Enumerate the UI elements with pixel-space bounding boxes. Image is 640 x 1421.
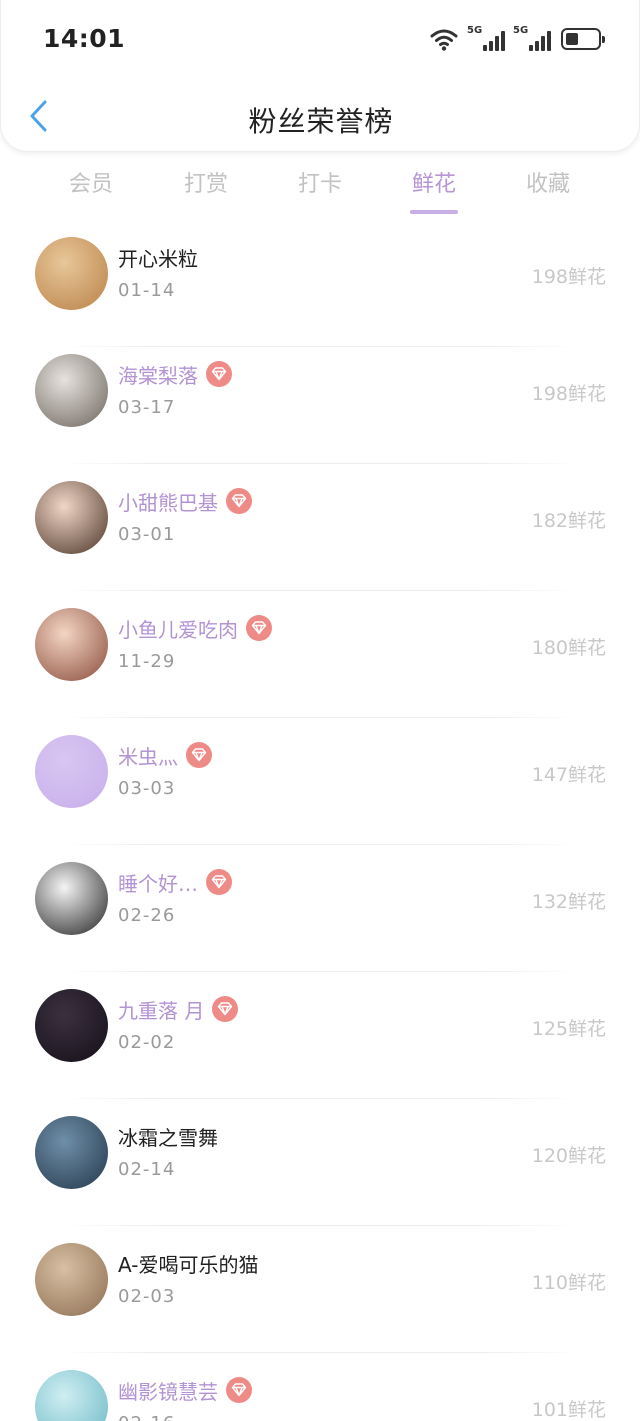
avatar[interactable] bbox=[35, 989, 108, 1062]
fan-name: 海棠梨落 bbox=[118, 363, 198, 388]
list-item[interactable]: 幽影镜慧芸 02-16 101鲜花 bbox=[0, 1353, 640, 1421]
fan-name: 睡个好… bbox=[118, 871, 198, 896]
list-item[interactable]: 米虫灬 03-03 147鲜花 bbox=[0, 718, 640, 845]
tab-tips[interactable]: 打赏 bbox=[156, 166, 256, 198]
name-line: 开心米粒 bbox=[118, 242, 198, 272]
status-icons: 5G 5G bbox=[429, 24, 605, 54]
diamond-badge-icon bbox=[212, 996, 239, 1022]
flower-count: 198鲜花 bbox=[531, 266, 606, 288]
fan-date: 01-14 bbox=[118, 280, 176, 301]
tab-label: 收藏 bbox=[525, 172, 570, 197]
fan-date: 02-14 bbox=[118, 1159, 176, 1180]
fan-date: 02-02 bbox=[118, 1032, 176, 1053]
flower-count: 120鲜花 bbox=[531, 1145, 606, 1167]
flower-count: 110鲜花 bbox=[531, 1272, 606, 1294]
tab-label: 打卡 bbox=[297, 172, 342, 197]
fan-date: 02-03 bbox=[118, 1286, 176, 1307]
tab-members[interactable]: 会员 bbox=[41, 166, 141, 198]
page-title: 粉丝荣誉榜 bbox=[248, 105, 394, 138]
status-time: 14:01 bbox=[43, 24, 126, 53]
tab-label: 打赏 bbox=[183, 172, 228, 197]
tab-bar: 会员 打赏 打卡 鲜花 收藏 bbox=[0, 166, 640, 222]
fan-name: A-爱喝可乐的猫 bbox=[118, 1252, 259, 1277]
list-item[interactable]: A-爱喝可乐的猫 02-03 110鲜花 bbox=[0, 1226, 640, 1353]
fan-name: 九重落 月 bbox=[118, 998, 205, 1023]
list-item[interactable]: 开心米粒 01-14 198鲜花 bbox=[0, 220, 640, 347]
fan-date: 03-01 bbox=[118, 524, 176, 545]
name-line: 小甜熊巴基 bbox=[118, 486, 252, 516]
fan-name: 幽影镜慧芸 bbox=[118, 1379, 218, 1404]
avatar[interactable] bbox=[35, 1243, 108, 1316]
name-line: 米虫灬 bbox=[118, 740, 212, 770]
fan-name: 小鱼儿爱吃肉 bbox=[118, 617, 238, 642]
fan-date: 03-03 bbox=[118, 778, 176, 799]
signal-icon-1: 5G bbox=[467, 25, 505, 51]
flower-count: 180鲜花 bbox=[531, 637, 606, 659]
header-card: 14:01 5G 5G 粉丝荣誉榜 bbox=[0, 0, 640, 152]
list-item[interactable]: 九重落 月 02-02 125鲜花 bbox=[0, 972, 640, 1099]
status-bar: 14:01 5G 5G bbox=[1, 0, 640, 80]
nav-bar: 粉丝荣誉榜 bbox=[1, 86, 640, 146]
fan-date: 02-26 bbox=[118, 905, 176, 926]
avatar[interactable] bbox=[35, 1116, 108, 1189]
network-label-2: 5G bbox=[513, 25, 529, 36]
diamond-badge-icon bbox=[186, 742, 212, 768]
list-item[interactable]: 冰霜之雪舞 02-14 120鲜花 bbox=[0, 1099, 640, 1226]
flower-count: 125鲜花 bbox=[531, 1018, 606, 1040]
name-line: 睡个好… bbox=[118, 867, 232, 897]
flower-count: 182鲜花 bbox=[531, 510, 606, 532]
fan-date: 11-29 bbox=[118, 651, 176, 672]
tab-favorites[interactable]: 收藏 bbox=[498, 166, 598, 198]
avatar[interactable] bbox=[35, 735, 108, 808]
fan-name: 米虫灬 bbox=[118, 744, 178, 769]
network-label-1: 5G bbox=[467, 25, 483, 36]
avatar[interactable] bbox=[35, 608, 108, 681]
diamond-badge-icon bbox=[226, 488, 252, 514]
list-item[interactable]: 海棠梨落 03-17 198鲜花 bbox=[0, 337, 640, 464]
avatar[interactable] bbox=[35, 237, 108, 310]
flower-count: 101鲜花 bbox=[531, 1399, 606, 1421]
tab-label: 鲜花 bbox=[411, 172, 456, 197]
diamond-badge-icon bbox=[206, 361, 232, 387]
tab-flowers[interactable]: 鲜花 bbox=[384, 166, 484, 214]
name-line: 九重落 月 bbox=[118, 994, 239, 1024]
name-line: 冰霜之雪舞 bbox=[118, 1121, 218, 1151]
list-item[interactable]: 小鱼儿爱吃肉 11-29 180鲜花 bbox=[0, 591, 640, 718]
diamond-badge-icon bbox=[246, 615, 272, 641]
diamond-badge-icon bbox=[206, 869, 232, 895]
avatar[interactable] bbox=[35, 862, 108, 935]
battery-level bbox=[566, 33, 578, 45]
signal-icon-2: 5G bbox=[513, 25, 551, 51]
battery-icon bbox=[561, 28, 605, 50]
name-line: 小鱼儿爱吃肉 bbox=[118, 613, 272, 643]
flower-count: 132鲜花 bbox=[531, 891, 606, 913]
avatar[interactable] bbox=[35, 354, 108, 427]
name-line: A-爱喝可乐的猫 bbox=[118, 1248, 258, 1278]
fan-name: 小甜熊巴基 bbox=[118, 490, 218, 515]
tab-indicator bbox=[410, 210, 458, 214]
list-item[interactable]: 睡个好… 02-26 132鲜花 bbox=[0, 845, 640, 972]
name-line: 海棠梨落 bbox=[118, 359, 232, 389]
flower-count: 147鲜花 bbox=[531, 764, 606, 786]
fan-date: 02-16 bbox=[118, 1413, 175, 1421]
avatar[interactable] bbox=[35, 481, 108, 554]
fan-date: 03-17 bbox=[118, 397, 176, 418]
avatar[interactable] bbox=[35, 1370, 108, 1421]
fan-name: 冰霜之雪舞 bbox=[118, 1125, 218, 1150]
flower-count: 198鲜花 bbox=[531, 383, 606, 405]
fan-name: 开心米粒 bbox=[118, 246, 198, 271]
wifi-icon bbox=[430, 29, 458, 51]
list-item[interactable]: 小甜熊巴基 03-01 182鲜花 bbox=[0, 464, 640, 591]
tab-label: 会员 bbox=[68, 172, 113, 197]
tab-checkin[interactable]: 打卡 bbox=[270, 166, 370, 198]
fan-list[interactable]: 开心米粒 01-14 198鲜花 海棠梨落 03-17 198鲜花 小甜熊巴基 … bbox=[0, 210, 640, 1421]
name-line: 幽影镜慧芸 bbox=[118, 1375, 252, 1405]
diamond-badge-icon bbox=[226, 1377, 252, 1403]
